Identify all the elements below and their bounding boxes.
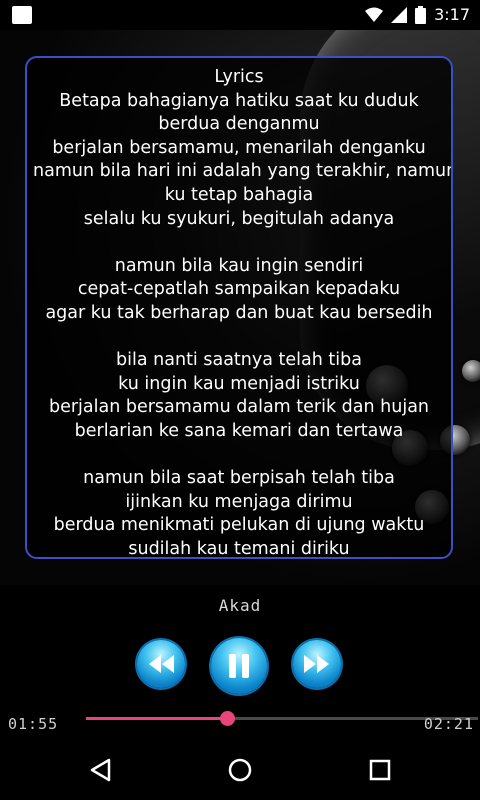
lyrics-line: berlarian ke sana kemari dan tertawa [74, 420, 404, 441]
battery-icon [415, 5, 427, 24]
signal-icon [391, 6, 408, 23]
status-time: 3:17 [434, 5, 470, 24]
total-duration: 02:21 [423, 715, 474, 733]
wifi-icon [365, 7, 384, 22]
lyrics-line: agar ku tak berharap dan buat kau bersed… [45, 302, 433, 323]
status-bar: 3:17 [0, 0, 480, 30]
lyrics-panel[interactable]: Lyrics Betapa bahagianya hatiku saat ku … [25, 56, 453, 559]
fast-forward-button[interactable] [293, 640, 341, 688]
seek-progress [86, 717, 228, 720]
lyrics-stanza-gap [33, 444, 445, 468]
fast-forward-icon [304, 655, 329, 673]
lyrics-line: berdua denganmu [158, 114, 320, 135]
home-icon [228, 758, 252, 782]
lyrics-line: berjalan bersamamu, menarilah denganku [52, 137, 426, 158]
status-icons: 3:17 [365, 5, 470, 24]
navigation-bar [0, 740, 480, 800]
seek-thumb[interactable] [220, 711, 236, 726]
rewind-icon [149, 655, 174, 673]
recents-icon [369, 759, 391, 781]
lyrics-line: ku ingin kau menjadi istriku [118, 373, 360, 394]
pause-icon [229, 654, 249, 678]
seek-bar[interactable] [86, 711, 478, 726]
lyrics-line: ku tetap bahagia [164, 184, 314, 205]
pause-button[interactable] [211, 638, 267, 694]
lyrics-text: Lyrics Betapa bahagianya hatiku saat ku … [27, 58, 453, 559]
lyrics-line: Betapa bahagianya hatiku saat ku duduk [59, 90, 419, 111]
lyrics-stanza-gap [33, 231, 445, 255]
lyrics-stanza-gap [33, 326, 445, 350]
lyrics-line: bila nanti saatnya telah tiba [116, 350, 362, 371]
back-icon [90, 758, 111, 782]
lyrics-line: cepat-cepatlah sampaikan kepadaku [77, 279, 401, 300]
back-button[interactable] [84, 754, 116, 786]
home-button[interactable] [224, 754, 256, 786]
lyrics-line: namun bila hari ini adalah yang terakhir… [33, 161, 453, 182]
lyrics-line: ijinkan ku menjaga dirimu [125, 491, 353, 512]
rewind-button[interactable] [137, 640, 185, 688]
lyrics-line: namun bila saat berpisah telah tiba [83, 468, 395, 489]
guitar-knob [462, 360, 480, 382]
lyrics-line: berjalan bersamamu dalam terik dan hujan [48, 397, 430, 418]
lyrics-line: sudilah kau temani diriku [128, 538, 350, 559]
elapsed-time: 01:55 [8, 715, 59, 733]
recents-button[interactable] [364, 754, 396, 786]
lyrics-line: selalu ku syukuri, begitulah adanya [83, 208, 395, 229]
song-title: Akad [218, 596, 262, 615]
lyrics-line: berdua menikmati pelukan di ujung waktu [53, 515, 425, 536]
lyrics-line: namun bila kau ingin sendiri [114, 255, 364, 276]
notification-icon [12, 6, 32, 24]
lyrics-heading: Lyrics [214, 67, 264, 87]
